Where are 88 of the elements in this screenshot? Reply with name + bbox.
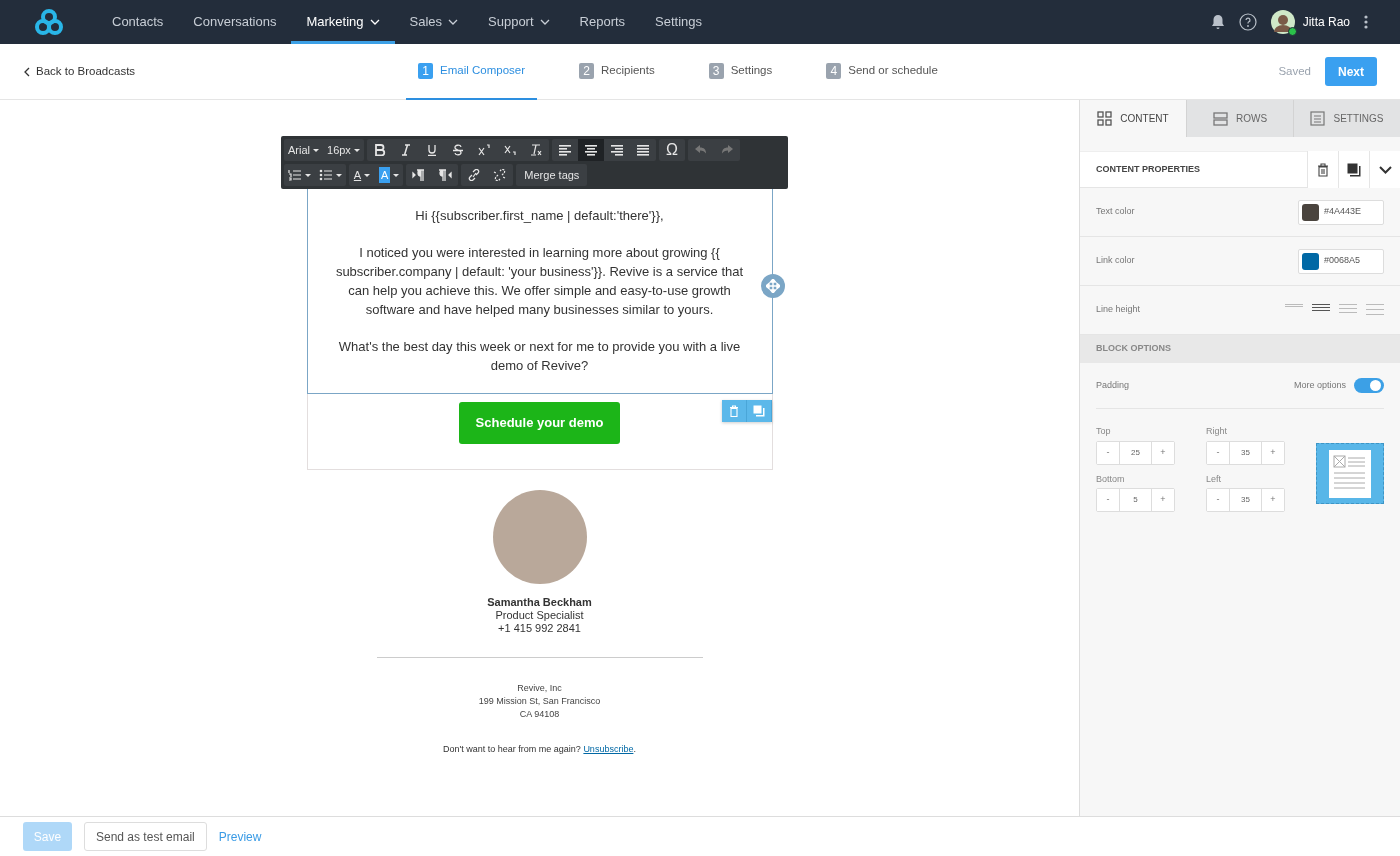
caret-icon [353, 148, 360, 152]
redo-icon [719, 144, 734, 156]
caret-icon [364, 173, 371, 177]
send-test-email-button[interactable]: Send as test email [84, 822, 207, 851]
numbered-list-icon [288, 169, 302, 181]
bold-icon [372, 144, 387, 156]
bullet-list-icon [319, 169, 333, 181]
nav-link[interactable]: Support [473, 0, 565, 44]
move-arrows-icon [765, 279, 780, 293]
caret-icon [393, 173, 400, 177]
align-left-icon [557, 144, 572, 156]
merge-tags-button[interactable]: Merge tags [516, 164, 588, 186]
more-vertical-icon[interactable] [1364, 15, 1368, 29]
section-title: BLOCK OPTIONS [1080, 335, 1400, 363]
save-status: Saved [1278, 63, 1311, 79]
address-line: Revive, Inc [516, 682, 563, 695]
caret-icon [313, 148, 319, 152]
step-tab[interactable]: 4 Send or schedule [814, 43, 950, 100]
delete-button[interactable] [721, 400, 747, 422]
field-label: Left [1206, 472, 1222, 486]
field-label: Padding [1096, 378, 1130, 392]
grid-icon [1097, 111, 1113, 126]
signature-phone: +1 415 992 2841 [497, 622, 582, 635]
field-label: Link color [1096, 254, 1135, 268]
body-paragraph: What's the best day this week or next for me to provide you with a live demo of Revive? [337, 338, 742, 375]
chevron-left-icon [24, 66, 30, 77]
signature-title: Product Specialist [494, 609, 585, 622]
nav-link[interactable]: Contacts [97, 0, 179, 44]
field-label: Right [1206, 425, 1228, 438]
panel-tab[interactable]: SETTINGS [1293, 100, 1400, 137]
bell-icon[interactable] [1210, 14, 1225, 30]
unsubscribe-note: Don't want to hear from me again? Unsubscribe. [442, 743, 637, 756]
special-character-button[interactable]: Ω [658, 139, 685, 161]
broken-link-icon [493, 169, 508, 181]
paragraph-rtl-icon [438, 169, 453, 181]
back-link[interactable]: Back to Broadcasts [0, 62, 406, 81]
document-layout-icon [1329, 449, 1371, 498]
panel-tab[interactable]: ROWS [1186, 100, 1293, 137]
align-right-icon [609, 144, 624, 156]
subscript-icon [502, 144, 517, 156]
align-center-button[interactable] [577, 139, 604, 161]
text-color-button[interactable]: A [349, 164, 375, 186]
doc-icon [1310, 111, 1326, 126]
undo-icon [693, 144, 708, 156]
toggle-switch[interactable] [1354, 378, 1384, 393]
step-tab[interactable]: 2 Recipients [567, 43, 667, 100]
step-tab[interactable]: 3 Settings [696, 43, 785, 100]
trash-icon [728, 405, 739, 417]
address-line: CA 94108 [518, 708, 561, 721]
nav-link[interactable]: Sales [394, 0, 474, 44]
align-justify-icon [635, 144, 650, 156]
field-label: Bottom [1096, 472, 1126, 486]
section-title: CONTENT PROPERTIES [1095, 162, 1200, 176]
field-label: Line height [1096, 303, 1141, 317]
font-size-dropdown[interactable]: 16px [323, 139, 364, 161]
superscript-icon [476, 144, 491, 156]
help-icon[interactable] [1238, 13, 1257, 31]
field-label: Top [1096, 425, 1112, 438]
address-line: 199 Mission St, San Francisco [477, 695, 602, 708]
toggle-label: More options [1293, 378, 1346, 392]
color-field[interactable]: #0068A5 [1298, 248, 1384, 274]
duplicate-icon [1347, 162, 1361, 177]
collapse-button[interactable] [1369, 151, 1400, 188]
move-handle[interactable] [760, 274, 785, 298]
field-label: Text color [1096, 205, 1135, 219]
body-paragraph: I noticed you were interested in learning more about growing {{ subscriber.company | default: 'your business'}}. Revive is a service that can help you achieve this. We offer simple and easy-to-use growth software and have helped many businesses similar to yours. [335, 244, 744, 319]
rows-icon [1212, 111, 1228, 126]
logo-icon[interactable] [35, 9, 63, 35]
clear-format-icon [528, 144, 543, 156]
nav-link[interactable]: Marketing [291, 0, 395, 44]
link-icon [467, 169, 482, 181]
caret-icon [305, 173, 311, 177]
font-dropdown[interactable]: Arial [284, 139, 323, 161]
caret-icon [336, 173, 342, 177]
color-field[interactable]: #4A443E [1298, 199, 1384, 225]
chevron-down-icon [1378, 165, 1392, 174]
nav-link[interactable]: Conversations [178, 0, 292, 44]
nav-link[interactable]: Reports [564, 0, 641, 44]
trash-icon [1317, 162, 1329, 177]
paragraph-ltr-icon [412, 169, 427, 181]
strikethrough-icon [450, 144, 465, 156]
align-center-icon [583, 144, 598, 156]
signature-name: Samantha Beckham [486, 596, 593, 609]
duplicate-icon [752, 405, 765, 417]
user-name[interactable]: Jitta Rao [1302, 13, 1350, 31]
avatar-icon[interactable] [1270, 10, 1295, 34]
greeting-text: Hi {{subscriber.first_name | default:'there'}}, [414, 207, 665, 225]
nav-link[interactable]: Settings [640, 0, 718, 44]
